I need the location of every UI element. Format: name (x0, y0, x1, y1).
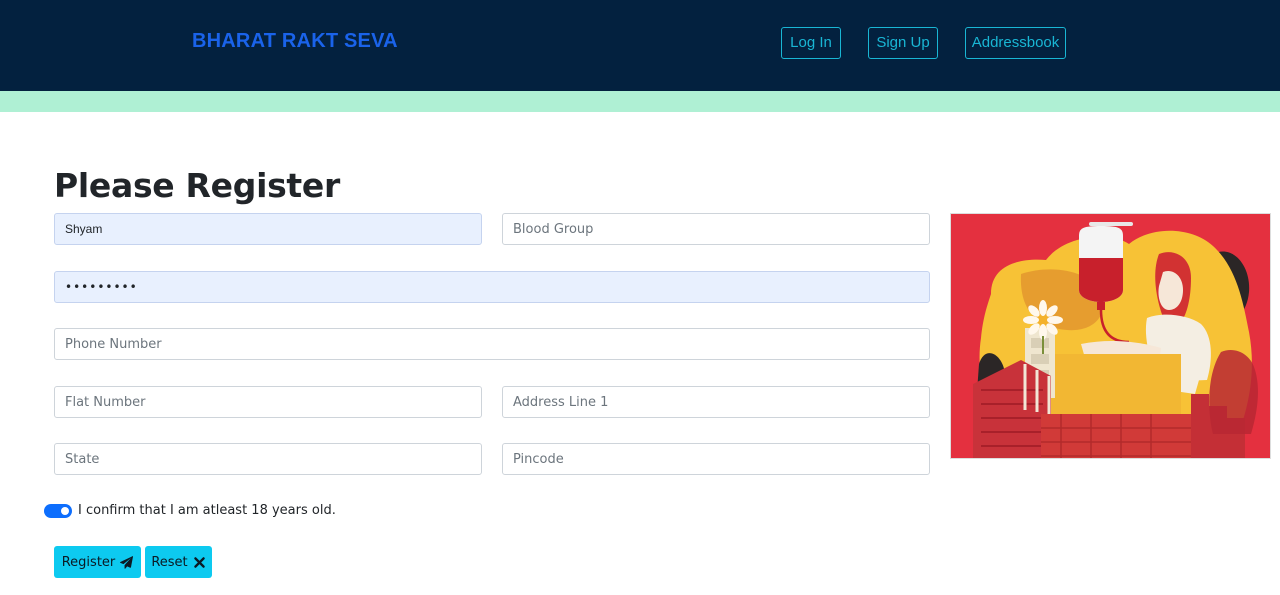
age-confirm-label: I confirm that I am atleast 18 years old… (78, 503, 336, 518)
blood-group-input[interactable] (502, 213, 930, 245)
navbar: BHARAT RAKT SEVA Log In Sign Up Addressb… (0, 0, 1280, 91)
age-confirm-toggle[interactable] (44, 504, 72, 518)
accent-strip (0, 91, 1280, 112)
state-input[interactable] (54, 443, 482, 475)
toggle-knob (61, 507, 69, 515)
flat-number-input[interactable] (54, 386, 482, 418)
brand-logo[interactable]: BHARAT RAKT SEVA (192, 30, 398, 53)
pincode-input[interactable] (502, 443, 930, 475)
page-title: Please Register (54, 166, 340, 205)
addressbook-button[interactable]: Addressbook (965, 27, 1066, 59)
login-button[interactable]: Log In (781, 27, 841, 59)
blood-donation-illustration (950, 213, 1271, 459)
x-mark-icon (193, 556, 205, 568)
signup-button[interactable]: Sign Up (868, 27, 938, 59)
address-line-1-input[interactable] (502, 386, 930, 418)
password-input[interactable] (54, 271, 930, 303)
reset-button[interactable]: Reset (145, 546, 212, 578)
blood-donation-artwork (951, 214, 1270, 458)
reset-label: Reset (151, 554, 188, 570)
paper-plane-icon (120, 555, 134, 569)
phone-number-input[interactable] (54, 328, 930, 360)
register-label: Register (61, 554, 116, 570)
name-input[interactable] (54, 213, 482, 245)
register-button[interactable]: Register (54, 546, 141, 578)
